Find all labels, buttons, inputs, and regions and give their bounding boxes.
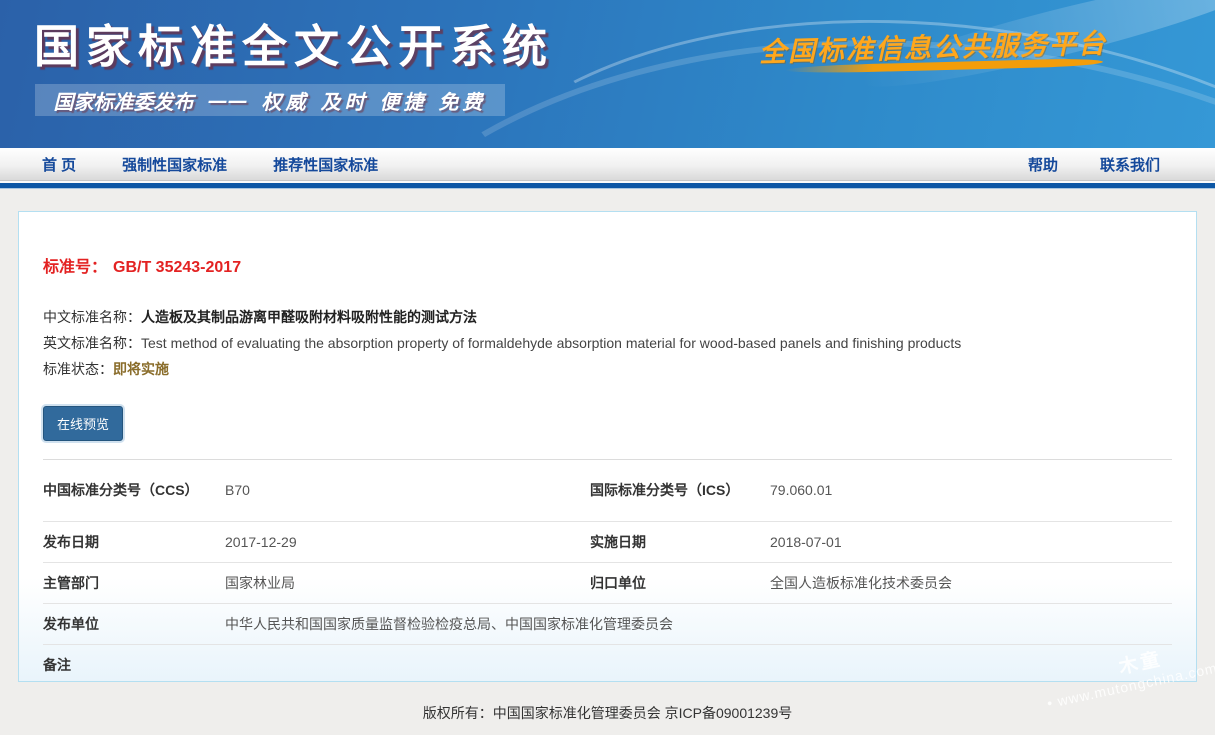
- table-row: 发布日期 2017-12-29 实施日期 2018-07-01: [43, 521, 1172, 562]
- main-navigation: 首 页 强制性国家标准 推荐性国家标准 帮助 联系我们: [0, 148, 1215, 181]
- cn-name-label: 中文标准名称：: [43, 309, 141, 325]
- nav-item-mandatory-standards[interactable]: 强制性国家标准: [122, 154, 227, 175]
- nav-item-help[interactable]: 帮助: [1028, 154, 1058, 175]
- nav-separator-light: [0, 188, 1215, 189]
- issuer-value: 中华人民共和国国家质量监督检验检疫总局、中国国家标准化管理委员会: [225, 603, 1172, 644]
- header-sub-banner: 国家标准委发布 —— 权威 及时 便捷 免费: [35, 84, 505, 116]
- table-row: 备注: [43, 644, 1172, 685]
- nav-item-contact-us[interactable]: 联系我们: [1100, 154, 1160, 175]
- table-row: 主管部门 国家林业局 归口单位 全国人造板标准化技术委员会: [43, 562, 1172, 603]
- en-name-row: 英文标准名称：Test method of evaluating the abs…: [43, 330, 1172, 356]
- publish-date-label: 发布日期: [43, 521, 225, 562]
- standard-meta: 中文标准名称：人造板及其制品游离甲醛吸附材料吸附性能的测试方法 英文标准名称：T…: [43, 304, 1172, 382]
- authority-value: 国家林业局: [225, 562, 590, 603]
- standard-detail-card: 标准号： GB/T 35243-2017 中文标准名称：人造板及其制品游离甲醛吸附…: [18, 211, 1197, 682]
- en-name-value: Test method of evaluating the absorption…: [141, 335, 961, 351]
- status-label: 标准状态：: [43, 361, 113, 377]
- copyright-text: 版权所有：中国国家标准化管理委员会 京ICP备09001239号: [423, 705, 793, 721]
- standard-number-line: 标准号： GB/T 35243-2017: [43, 253, 1172, 277]
- authority-label: 主管部门: [43, 562, 225, 603]
- publisher-label: 国家标准委发布: [54, 86, 194, 115]
- slogan-text: 权威 及时 便捷 免费: [262, 86, 487, 115]
- ics-label: 国际标准分类号（ICS）: [590, 460, 770, 521]
- implement-date-label: 实施日期: [590, 521, 770, 562]
- nav-left-group: 首 页 强制性国家标准 推荐性国家标准: [42, 154, 378, 175]
- page-footer: 版权所有：中国国家标准化管理委员会 京ICP备09001239号: [0, 703, 1215, 723]
- cn-name-row: 中文标准名称：人造板及其制品游离甲醛吸附材料吸附性能的测试方法: [43, 304, 1172, 330]
- cn-name-value: 人造板及其制品游离甲醛吸附材料吸附性能的测试方法: [141, 309, 477, 325]
- remarks-label: 备注: [43, 644, 225, 685]
- publish-date-value: 2017-12-29: [225, 521, 590, 562]
- status-value: 即将实施: [113, 361, 169, 377]
- status-row: 标准状态：即将实施: [43, 356, 1172, 382]
- nav-item-home[interactable]: 首 页: [42, 154, 76, 175]
- nav-item-recommended-standards[interactable]: 推荐性国家标准: [273, 154, 378, 175]
- ics-value: 79.060.01: [770, 460, 1172, 521]
- committee-value: 全国人造板标准化技术委员会: [770, 562, 1172, 603]
- online-preview-button[interactable]: 在线预览: [43, 406, 123, 441]
- standard-number-value: GB/T 35243-2017: [113, 259, 241, 276]
- dash-decoration: ——: [208, 88, 248, 112]
- site-header: 国家标准全文公开系统 国家标准委发布 —— 权威 及时 便捷 免费 全国标准信息…: [0, 0, 1215, 148]
- standard-details-table: 中国标准分类号（CCS） B70 国际标准分类号（ICS） 79.060.01 …: [43, 460, 1172, 685]
- implement-date-value: 2018-07-01: [770, 521, 1172, 562]
- site-title: 国家标准全文公开系统: [34, 10, 554, 75]
- remarks-value: [225, 644, 1172, 685]
- table-row: 发布单位 中华人民共和国国家质量监督检验检疫总局、中国国家标准化管理委员会: [43, 603, 1172, 644]
- committee-label: 归口单位: [590, 562, 770, 603]
- table-row: 中国标准分类号（CCS） B70 国际标准分类号（ICS） 79.060.01: [43, 460, 1172, 521]
- ccs-value: B70: [225, 460, 590, 521]
- nav-right-group: 帮助 联系我们: [1028, 154, 1160, 175]
- standard-number-label: 标准号：: [43, 259, 107, 276]
- ccs-label: 中国标准分类号（CCS）: [43, 460, 225, 521]
- en-name-label: 英文标准名称：: [43, 335, 141, 351]
- issuer-label: 发布单位: [43, 603, 225, 644]
